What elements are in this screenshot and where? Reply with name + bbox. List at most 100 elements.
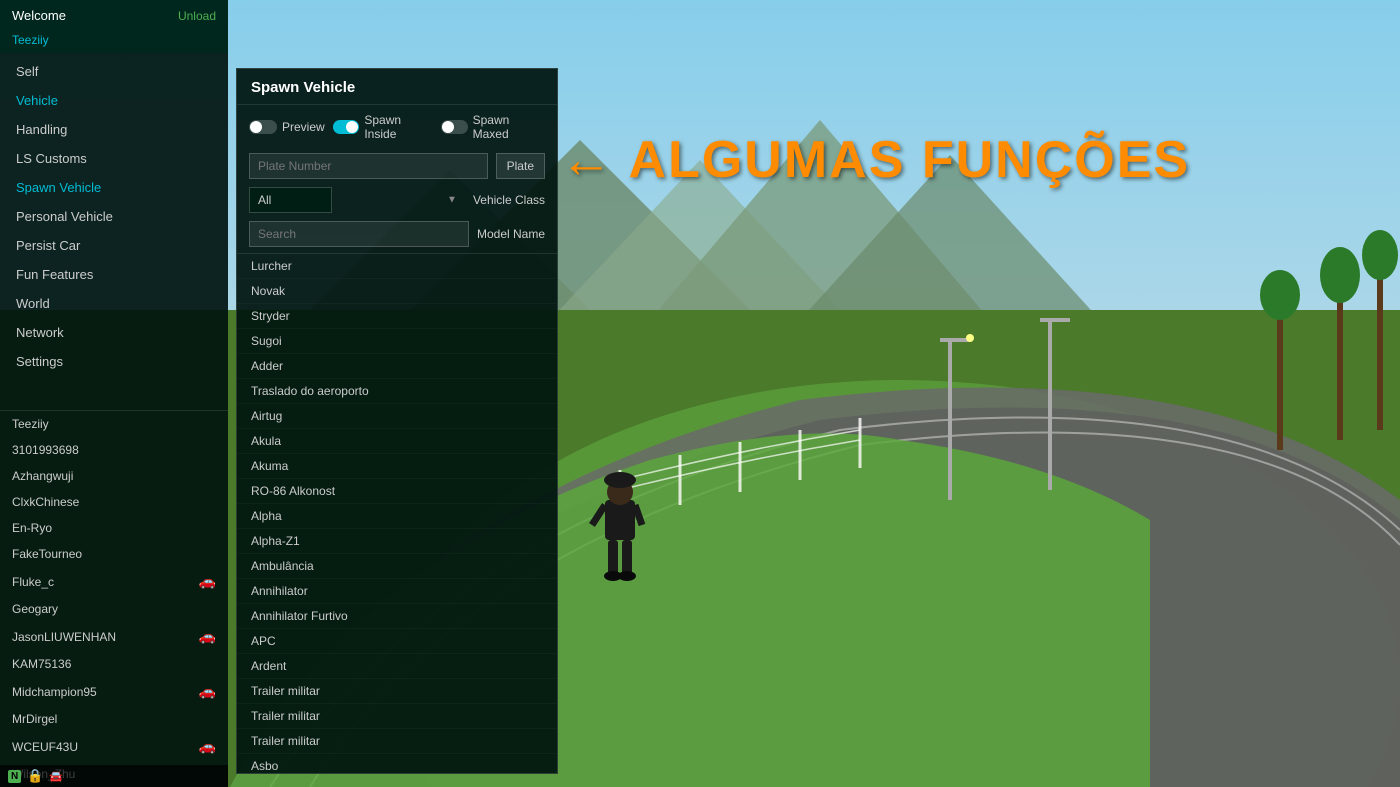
- vehicle-item-adder[interactable]: Adder: [237, 354, 557, 379]
- filter-row: All Sports SUV Motorcycles Boats Helicop…: [237, 183, 557, 217]
- vehicle-item-trailer-militar-3[interactable]: Trailer militar: [237, 729, 557, 754]
- plate-input[interactable]: [249, 153, 488, 179]
- player-faketourneo[interactable]: FakeTourneo: [0, 541, 228, 567]
- vehicle-item-alkonost[interactable]: RO-86 Alkonost: [237, 479, 557, 504]
- overlay-text: ← ALGUMAS FUNÇÕES: [560, 130, 1190, 190]
- plate-button[interactable]: Plate: [496, 153, 545, 179]
- spawn-inside-label: Spawn Inside: [364, 113, 433, 141]
- spawn-maxed-toggle-circle: [441, 120, 468, 134]
- vehicle-list[interactable]: Lurcher Novak Stryder Sugoi Adder Trasla…: [237, 253, 557, 773]
- player-name: FakeTourneo: [12, 547, 82, 561]
- vehicle-class-label: Vehicle Class: [473, 193, 545, 207]
- vehicle-status-icon: 🚘: [49, 770, 63, 783]
- players-section: Teeziiy 3101993698 Azhangwuji ClxkChines…: [0, 410, 228, 787]
- menu-items: Self Vehicle Handling LS Customs Spawn V…: [0, 53, 228, 410]
- vehicle-item-trailer-militar-1[interactable]: Trailer militar: [237, 679, 557, 704]
- player-kam75136[interactable]: KAM75136: [0, 651, 228, 677]
- sidebar-header: Welcome Unload: [0, 0, 228, 31]
- spawn-inside-toggle-dot: [346, 121, 358, 133]
- menu-item-personal-vehicle[interactable]: Personal Vehicle: [0, 202, 228, 231]
- vehicle-class-filter-wrapper: All Sports SUV Motorcycles Boats Helicop…: [249, 187, 465, 213]
- vehicle-item-annihilator-furtivo[interactable]: Annihilator Furtivo: [237, 604, 557, 629]
- vehicle-item-sugoi[interactable]: Sugoi: [237, 329, 557, 354]
- preview-toggle-circle: [249, 120, 277, 134]
- player-midchampion95[interactable]: Midchampion95 🚗: [0, 677, 228, 706]
- lock-icon: 🔒: [27, 768, 43, 784]
- menu-item-ls-customs[interactable]: LS Customs: [0, 144, 228, 173]
- menu-item-settings[interactable]: Settings: [0, 347, 228, 376]
- spawn-inside-toggle[interactable]: Spawn Inside: [333, 113, 433, 141]
- vehicle-icon: 🚗: [199, 628, 216, 645]
- username-text: Teeziiy: [0, 31, 228, 53]
- vehicle-item-ambulancia[interactable]: Ambulância: [237, 554, 557, 579]
- vehicle-icon: 🚗: [199, 573, 216, 590]
- vehicle-item-apc[interactable]: APC: [237, 629, 557, 654]
- vehicle-item-annihilator[interactable]: Annihilator: [237, 579, 557, 604]
- sidebar-main: Welcome Unload Teeziiy Self Vehicle Hand…: [0, 0, 228, 787]
- player-geogary[interactable]: Geogary: [0, 596, 228, 622]
- vehicle-class-select[interactable]: All Sports SUV Motorcycles Boats Helicop…: [249, 187, 332, 213]
- menu-item-self[interactable]: Self: [0, 57, 228, 86]
- vehicle-icon: 🚗: [199, 738, 216, 755]
- player-name: KAM75136: [12, 657, 71, 671]
- spawn-maxed-toggle-dot: [442, 121, 454, 133]
- vehicle-item-lurcher[interactable]: Lurcher: [237, 254, 557, 279]
- vehicle-item-alpha-z1[interactable]: Alpha-Z1: [237, 529, 557, 554]
- vehicle-item-trailer-militar-2[interactable]: Trailer militar: [237, 704, 557, 729]
- vehicle-item-alpha[interactable]: Alpha: [237, 504, 557, 529]
- player-name: Fluke_c: [12, 575, 54, 589]
- vehicle-item-akula[interactable]: Akula: [237, 429, 557, 454]
- menu-item-world[interactable]: World: [0, 289, 228, 318]
- player-name: Geogary: [12, 602, 58, 616]
- spawn-maxed-label: Spawn Maxed: [473, 113, 545, 141]
- preview-toggle-dot: [250, 121, 262, 133]
- player-name: Azhangwuji: [12, 469, 73, 483]
- spawn-inside-toggle-circle: [333, 120, 360, 134]
- player-name: Teeziiy: [12, 417, 49, 431]
- player-name: WCEUF43U: [12, 740, 78, 754]
- preview-label: Preview: [282, 120, 325, 134]
- vehicle-item-novak[interactable]: Novak: [237, 279, 557, 304]
- player-jasonliuwenhan[interactable]: JasonLIUWENHAN 🚗: [0, 622, 228, 651]
- player-clxkchinese[interactable]: ClxkChinese: [0, 489, 228, 515]
- n-badge: N: [8, 770, 21, 783]
- player-name: En-Ryo: [12, 521, 52, 535]
- player-teeziiy[interactable]: Teeziiy: [0, 411, 228, 437]
- player-name: MrDirgel: [12, 712, 57, 726]
- player-3101993698[interactable]: 3101993698: [0, 437, 228, 463]
- search-input[interactable]: [249, 221, 469, 247]
- menu-item-vehicle[interactable]: Vehicle: [0, 86, 228, 115]
- unload-button[interactable]: Unload: [178, 9, 216, 23]
- player-name: Midchampion95: [12, 685, 97, 699]
- player-wceuf43u[interactable]: WCEUF43U 🚗: [0, 732, 228, 761]
- vehicle-item-stryder[interactable]: Stryder: [237, 304, 557, 329]
- spawn-panel-title: Spawn Vehicle: [237, 69, 557, 105]
- player-en-ryo[interactable]: En-Ryo: [0, 515, 228, 541]
- vehicle-item-ardent[interactable]: Ardent: [237, 654, 557, 679]
- spawn-vehicle-panel: Spawn Vehicle Preview Spawn Inside Spawn…: [236, 68, 558, 774]
- preview-toggle[interactable]: Preview: [249, 120, 325, 134]
- model-name-label: Model Name: [477, 227, 545, 241]
- player-name: ClxkChinese: [12, 495, 79, 509]
- menu-item-spawn-vehicle[interactable]: Spawn Vehicle: [0, 173, 228, 202]
- player-azhangwuji[interactable]: Azhangwuji: [0, 463, 228, 489]
- player-name: JasonLIUWENHAN: [12, 630, 116, 644]
- vehicle-item-airtug[interactable]: Airtug: [237, 404, 557, 429]
- welcome-text: Welcome: [12, 8, 66, 23]
- spawn-maxed-toggle[interactable]: Spawn Maxed: [441, 113, 545, 141]
- plate-row: Plate: [237, 149, 557, 183]
- search-row: Model Name: [237, 217, 557, 253]
- status-bar: N 🔒 🚘: [0, 765, 228, 787]
- vehicle-item-asbo[interactable]: Asbo: [237, 754, 557, 773]
- player-fluke-c[interactable]: Fluke_c 🚗: [0, 567, 228, 596]
- menu-item-network[interactable]: Network: [0, 318, 228, 347]
- vehicle-item-akuma[interactable]: Akuma: [237, 454, 557, 479]
- menu-item-fun-features[interactable]: Fun Features: [0, 260, 228, 289]
- vehicle-icon: 🚗: [199, 683, 216, 700]
- player-mrdirgel[interactable]: MrDirgel: [0, 706, 228, 732]
- vehicle-item-traslado[interactable]: Traslado do aeroporto: [237, 379, 557, 404]
- menu-item-handling[interactable]: Handling: [0, 115, 228, 144]
- spawn-options: Preview Spawn Inside Spawn Maxed: [237, 105, 557, 149]
- player-name: 3101993698: [12, 443, 79, 457]
- menu-item-persist-car[interactable]: Persist Car: [0, 231, 228, 260]
